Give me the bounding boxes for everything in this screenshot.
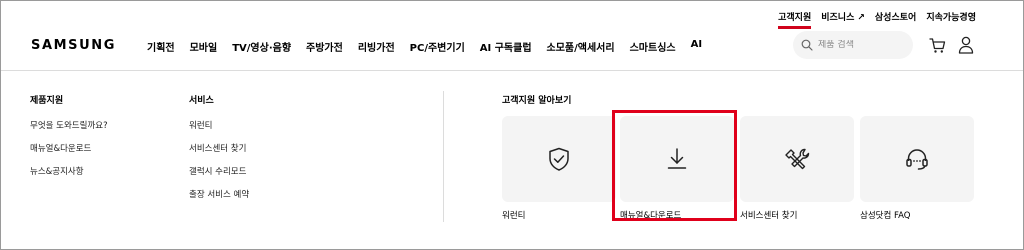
gnb-item-kitchen[interactable]: 주방가전 [306,39,343,54]
util-link-support[interactable]: 고객지원 [778,10,812,29]
gnb-item-ai-subscription[interactable]: AI 구독클럽 [480,39,532,54]
link-visit-service-booking[interactable]: 출장 서비스 예약 [189,188,249,200]
gnb-item-smartthings[interactable]: 스마트싱스 [630,39,676,54]
cart-icon[interactable] [929,37,946,54]
shield-check-icon [549,147,569,171]
util-link-sustainability[interactable]: 지속가능경영 [926,10,976,29]
search-input[interactable] [818,40,898,50]
utility-nav: 고객지원 비즈니스 ↗ 삼성스토어 지속가능경영 [768,10,976,29]
card-service-center-label: 서비스센터 찾기 [740,211,798,221]
highlight-box [612,110,737,221]
product-support-title: 제품지원 [30,96,64,106]
gnb-item-promotions[interactable]: 기획전 [147,39,175,54]
samsung-logo[interactable]: SAMSUNG [31,38,116,53]
user-icon[interactable] [958,36,974,54]
global-nav: 기획전 모바일 TV/영상·음향 주방가전 리빙가전 PC/주변기기 AI 구독… [147,39,702,54]
external-link-icon: ↗ [857,13,865,23]
gnb-item-accessories[interactable]: 소모품/액세서리 [547,39,615,54]
util-link-store[interactable]: 삼성스토어 [875,10,916,29]
card-warranty-label: 워런티 [502,211,526,221]
headset-icon [906,149,928,170]
util-link-business[interactable]: 비즈니스 ↗ [821,10,865,29]
link-galaxy-repair-mode[interactable]: 갤럭시 수리모드 [189,165,249,177]
card-faq-label: 삼성닷컴 FAQ [860,211,911,221]
search-box[interactable] [793,31,913,59]
tools-icon [785,148,810,170]
card-faq[interactable] [860,116,974,202]
link-news-notice[interactable]: 뉴스&공지사항 [30,165,108,177]
gnb-item-ai[interactable]: AI [691,39,702,54]
service-column: 서비스 워런티 서비스센터 찾기 갤럭시 수리모드 출장 서비스 예약 [189,93,249,211]
support-cards-title: 고객지원 알아보기 [502,96,572,106]
product-support-column: 제품지원 무엇을 도와드릴까요? 매뉴얼&다운로드 뉴스&공지사항 [30,93,108,188]
link-manual-download[interactable]: 매뉴얼&다운로드 [30,142,108,154]
header-divider [1,70,1023,71]
card-service-center[interactable] [740,116,854,202]
link-warranty[interactable]: 워런티 [189,119,249,131]
gnb-item-tv-audio[interactable]: TV/영상·음향 [232,39,291,54]
service-title: 서비스 [189,96,214,106]
card-warranty[interactable] [502,116,616,202]
gnb-item-living[interactable]: 리빙가전 [358,39,395,54]
gnb-item-mobile[interactable]: 모바일 [190,39,218,54]
gnb-item-pc[interactable]: PC/주변기기 [410,39,465,54]
link-help[interactable]: 무엇을 도와드릴까요? [30,119,108,131]
column-divider [443,91,444,222]
search-icon [801,39,813,51]
link-service-center[interactable]: 서비스센터 찾기 [189,142,249,154]
